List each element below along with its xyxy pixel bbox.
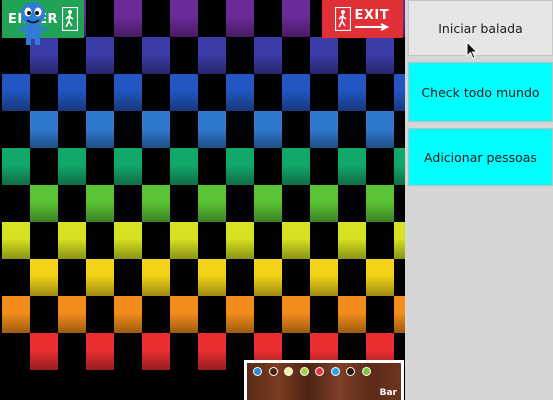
floor-tile (282, 222, 310, 259)
brown-coffee-icon (268, 367, 278, 376)
floor-tile (394, 148, 405, 185)
floor-tile (394, 74, 405, 111)
floor-tile (58, 148, 86, 185)
floor-tile (226, 296, 254, 333)
floor-tile (142, 259, 170, 296)
floor-tile (30, 259, 58, 296)
mascot-icon (19, 2, 47, 45)
floor-tile (198, 333, 226, 370)
floor-tile (338, 74, 366, 111)
dark-coffee-icon (346, 367, 355, 376)
floor-tile (2, 74, 30, 111)
floor-tile (254, 111, 282, 148)
floor-tile (366, 259, 394, 296)
bar: Bar (244, 360, 404, 400)
floor-tile (338, 222, 366, 259)
floor-tile (310, 111, 338, 148)
floor-tile (114, 148, 142, 185)
floor-tile (170, 74, 198, 111)
floor-tile (114, 222, 142, 259)
exit-sign: EXIT (322, 0, 403, 38)
floor-tile (226, 148, 254, 185)
floor-tile (142, 37, 170, 74)
floor-tile (254, 37, 282, 74)
floor-tile (198, 111, 226, 148)
floor-tile (58, 296, 86, 333)
floor-tile (30, 111, 58, 148)
floor-tile (282, 0, 310, 37)
exit-sign-text: EXIT (354, 7, 390, 23)
floor-tile (366, 185, 394, 222)
lime-drink-icon (299, 367, 309, 376)
floor-tile (58, 222, 86, 259)
mouse-cursor-icon (466, 41, 478, 60)
floor-tile (282, 148, 310, 185)
floor-tile (198, 185, 226, 222)
start-party-button[interactable]: Iniciar balada (408, 0, 553, 56)
floor-tile (2, 148, 30, 185)
floor-tile (30, 333, 58, 370)
floor-tile (86, 259, 114, 296)
floor-tile (114, 0, 142, 37)
floor-tile (114, 74, 142, 111)
floor-tile (310, 185, 338, 222)
floor-tile (338, 296, 366, 333)
floor-tile (2, 296, 30, 333)
add-people-button[interactable]: Adicionar pessoas (408, 128, 553, 186)
floor-tile (366, 37, 394, 74)
floor-tile (282, 296, 310, 333)
cream-drink-icon (284, 367, 293, 376)
walking-person-icon (334, 7, 351, 31)
floor-tile (86, 185, 114, 222)
red-cocktail-icon (315, 367, 324, 376)
floor-tile (58, 74, 86, 111)
floor-tile (254, 259, 282, 296)
floor-tile (170, 222, 198, 259)
floor-tile (310, 259, 338, 296)
floor-tile (198, 37, 226, 74)
floor-tile (338, 148, 366, 185)
bar-label: Bar (379, 388, 397, 398)
check-everyone-button[interactable]: Check todo mundo (408, 62, 553, 122)
floor-tile (310, 37, 338, 74)
floor-tile (86, 333, 114, 370)
floor-tile (142, 185, 170, 222)
floor-tile (254, 185, 282, 222)
floor-tile (226, 0, 254, 37)
floor-tile (30, 185, 58, 222)
floor-tile (366, 111, 394, 148)
floor-tile (170, 148, 198, 185)
floor-tile (2, 222, 30, 259)
floor-tile (114, 296, 142, 333)
floor-tile (170, 0, 198, 37)
floor-tile (394, 222, 405, 259)
floor-tile (142, 333, 170, 370)
floor-tile (142, 111, 170, 148)
floor-tile (86, 111, 114, 148)
floor-tile (226, 74, 254, 111)
floor-tile (282, 74, 310, 111)
arrow-right-icon (354, 22, 389, 31)
floor-tile (86, 37, 114, 74)
floor-tile (170, 296, 198, 333)
floor-tile (198, 259, 226, 296)
cyan-cocktail-icon (330, 367, 340, 376)
floor-tile (226, 222, 254, 259)
floor-tile (394, 296, 405, 333)
walking-person-icon (62, 7, 79, 31)
dance-floor: ENTER EXIT (0, 0, 405, 400)
green-drink-icon (361, 367, 371, 376)
blue-cocktail-icon (253, 367, 262, 376)
bar-counter: Bar (247, 363, 401, 400)
